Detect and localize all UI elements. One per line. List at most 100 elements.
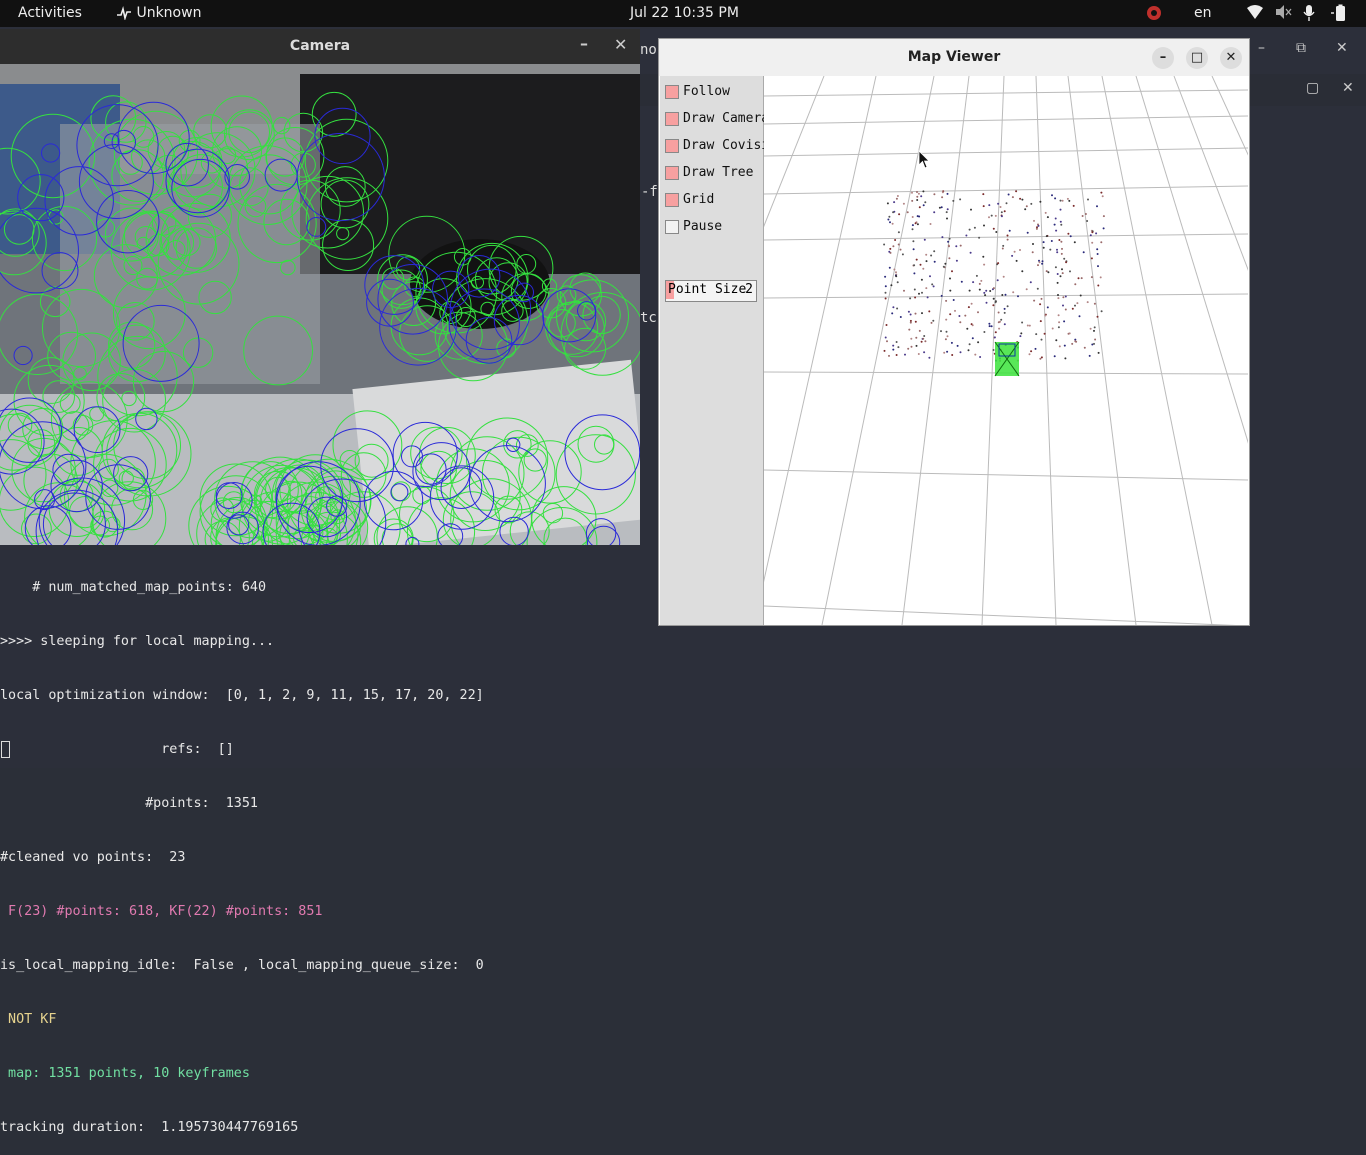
map-point xyxy=(946,350,949,353)
map-point xyxy=(906,211,909,214)
minimize-icon[interactable]: – xyxy=(1152,47,1174,69)
slider-value: 2 xyxy=(745,282,753,297)
terminal-minimize-icon[interactable]: – xyxy=(1258,40,1265,56)
map-point xyxy=(1091,241,1094,244)
map-point xyxy=(1042,241,1045,244)
point-size-slider[interactable]: Point Size 2 xyxy=(665,280,757,302)
map-point xyxy=(1102,227,1105,230)
map-point xyxy=(1068,199,1071,202)
map-point xyxy=(1057,294,1059,296)
map-point xyxy=(1000,215,1003,218)
map-point xyxy=(983,224,985,227)
close-icon[interactable]: ✕ xyxy=(1220,47,1242,69)
map-3d-canvas[interactable] xyxy=(764,76,1248,625)
map-point xyxy=(1094,338,1097,341)
map-point xyxy=(988,325,991,328)
map-point xyxy=(955,259,958,262)
language-indicator[interactable]: en xyxy=(1194,5,1212,21)
battery-icon[interactable] xyxy=(1330,4,1348,22)
map-point xyxy=(984,294,987,297)
map-point xyxy=(1036,226,1038,229)
map-point xyxy=(990,214,993,217)
map-point xyxy=(973,226,976,229)
map-point xyxy=(895,197,898,200)
close-icon[interactable]: ✕ xyxy=(614,35,627,54)
map-point xyxy=(916,195,919,198)
status-icon[interactable] xyxy=(1145,4,1163,22)
map-point xyxy=(925,260,928,263)
camera-window[interactable]: Camera – ✕ xyxy=(0,29,640,545)
map-point xyxy=(992,287,995,290)
map-point xyxy=(1040,356,1043,359)
activities-button[interactable]: Activities xyxy=(18,5,82,21)
map-point xyxy=(1083,346,1086,349)
app-menu[interactable]: Unknown xyxy=(116,5,201,21)
map-point xyxy=(979,356,982,358)
map-point xyxy=(1058,239,1061,241)
map-point xyxy=(1090,257,1093,260)
map-point xyxy=(1071,342,1074,345)
map-point xyxy=(1029,281,1032,284)
wifi-icon[interactable] xyxy=(1246,4,1264,20)
map-point xyxy=(1079,294,1082,297)
map-point xyxy=(977,341,980,344)
map-point xyxy=(951,354,954,356)
terminal-restore-icon[interactable]: ⧉ xyxy=(1296,40,1306,56)
terminal-line: #points: 1351 xyxy=(0,796,258,811)
map-point xyxy=(997,202,1000,205)
map-point xyxy=(897,243,900,246)
map-point xyxy=(925,287,928,290)
map-point xyxy=(1072,204,1075,207)
map-point xyxy=(1100,241,1103,244)
terminal-close-icon[interactable]: ✕ xyxy=(1336,40,1348,56)
map-viewer-titlebar[interactable]: Map Viewer – □ ✕ xyxy=(659,39,1249,76)
map-point xyxy=(1051,194,1053,197)
minimize-icon[interactable]: – xyxy=(580,34,588,53)
map-point xyxy=(896,307,899,310)
map-point xyxy=(895,354,898,356)
map-point xyxy=(931,283,934,286)
map-point xyxy=(898,213,901,216)
map-point xyxy=(1011,196,1014,199)
map-point xyxy=(996,279,999,282)
map-point xyxy=(1045,235,1048,238)
map-point xyxy=(994,301,997,304)
terminal-line: tracking duration: 1.195730447769165 xyxy=(0,1120,299,1135)
map-point xyxy=(1001,247,1004,250)
map-point xyxy=(884,297,887,300)
map-point xyxy=(884,285,887,288)
maximize-icon[interactable]: □ xyxy=(1186,47,1208,69)
map-point xyxy=(920,195,923,198)
camera-titlebar[interactable]: Camera – ✕ xyxy=(0,29,640,64)
map-point xyxy=(1044,211,1047,214)
map-point xyxy=(1093,329,1095,332)
map-point xyxy=(1026,324,1029,327)
map-point xyxy=(1024,208,1027,211)
map-point xyxy=(967,306,970,309)
map-point xyxy=(1061,199,1064,202)
map-point xyxy=(1093,342,1095,345)
map-point xyxy=(1056,281,1059,284)
terminal-tab-close-icon[interactable]: ✕ xyxy=(1342,80,1354,96)
map-point xyxy=(970,302,973,305)
map-point xyxy=(1003,307,1006,310)
map-point xyxy=(940,294,943,297)
map-point xyxy=(1057,314,1060,317)
terminal-output[interactable]: # num_matched_map_points: 640 >>>> sleep… xyxy=(0,543,660,1155)
volume-muted-icon[interactable] xyxy=(1274,4,1292,20)
microphone-icon[interactable] xyxy=(1302,4,1316,22)
clock[interactable]: Jul 22 10:35 PM xyxy=(630,5,739,21)
map-point xyxy=(1056,248,1058,251)
map-viewer-window[interactable]: Map Viewer – □ ✕ Follow Draw Cameras Dra… xyxy=(658,38,1250,626)
map-point xyxy=(1097,284,1100,287)
map-point xyxy=(1002,244,1005,247)
map-point xyxy=(909,319,912,322)
map-point xyxy=(951,270,953,273)
map-point xyxy=(932,319,935,322)
terminal-line: #cleaned vo points: 23 xyxy=(0,850,186,865)
map-point xyxy=(980,279,983,282)
map-point xyxy=(924,201,927,204)
map-point xyxy=(1054,217,1057,220)
terminal-tab-maximize-icon[interactable]: ▢ xyxy=(1306,80,1319,96)
map-point xyxy=(895,341,898,343)
